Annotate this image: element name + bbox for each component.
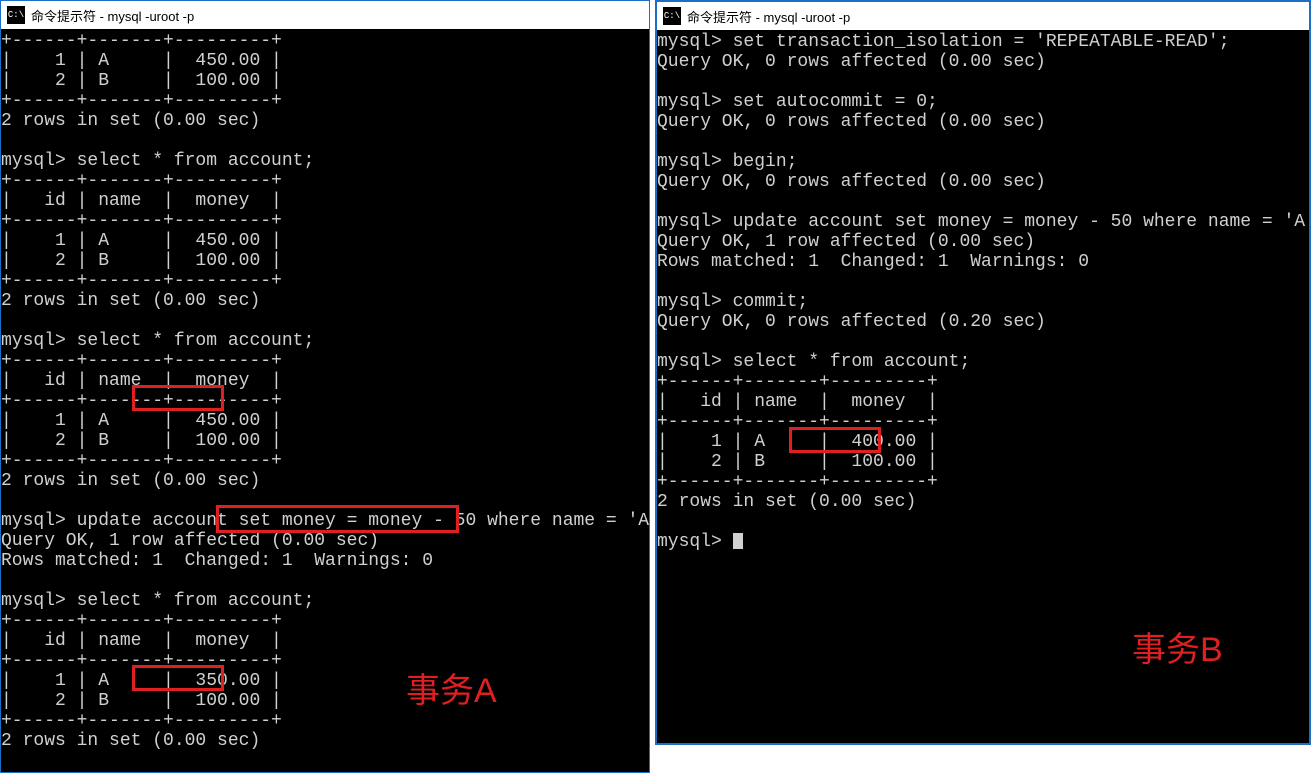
terminal-line: mysql> set transaction_isolation = 'REPE… (657, 32, 1309, 52)
transaction-label-b: 事务B (1132, 622, 1223, 671)
terminal-line: mysql> select * from account; (657, 352, 1309, 372)
terminal-line: Rows matched: 1 Changed: 1 Warnings: 0 (1, 551, 649, 571)
terminal-line: mysql> select * from account; (1, 331, 649, 351)
terminal-line: +------+-------+---------+ (1, 91, 649, 111)
terminal-line: 2 rows in set (0.00 sec) (1, 111, 649, 131)
terminal-line (657, 512, 1309, 532)
terminal-line (657, 272, 1309, 292)
cmd-icon: C:\ (7, 6, 25, 24)
terminal-line: 2 rows in set (0.00 sec) (1, 471, 649, 491)
terminal-line: 2 rows in set (0.00 sec) (1, 731, 649, 751)
terminal-line: mysql> update account set money = money … (1, 511, 649, 531)
terminal-line (657, 72, 1309, 92)
terminal-line: | 1 | A | 450.00 | (1, 411, 649, 431)
terminal-line: | 2 | B | 100.00 | (1, 691, 649, 711)
terminal-line: +------+-------+---------+ (657, 412, 1309, 432)
terminal-line: Query OK, 0 rows affected (0.00 sec) (657, 52, 1309, 72)
terminal-line: +------+-------+---------+ (1, 611, 649, 631)
terminal-line (1, 491, 649, 511)
transaction-label-a: 事务A (406, 663, 497, 712)
terminal-output-right[interactable]: mysql> set transaction_isolation = 'REPE… (657, 30, 1309, 552)
terminal-line: +------+-------+---------+ (1, 211, 649, 231)
terminal-line (657, 192, 1309, 212)
terminal-line (1, 131, 649, 151)
terminal-line: +------+-------+---------+ (657, 372, 1309, 392)
terminal-line: mysql> (657, 532, 1309, 552)
terminal-line: | 2 | B | 100.00 | (1, 431, 649, 451)
terminal-line: | id | name | money | (1, 371, 649, 391)
terminal-line: mysql> select * from account; (1, 151, 649, 171)
terminal-line: 2 rows in set (0.00 sec) (1, 291, 649, 311)
terminal-line: +------+-------+---------+ (1, 351, 649, 371)
terminal-line: | 1 | A | 350.00 | (1, 671, 649, 691)
terminal-line: | 1 | A | 450.00 | (1, 231, 649, 251)
window-title-left: 命令提示符 - mysql -uroot -p (31, 6, 194, 25)
terminal-line: mysql> select * from account; (1, 591, 649, 611)
terminal-output-left[interactable]: +------+-------+---------+| 1 | A | 450.… (1, 29, 649, 751)
terminal-line: mysql> set autocommit = 0; (657, 92, 1309, 112)
terminal-line: +------+-------+---------+ (1, 451, 649, 471)
terminal-line: +------+-------+---------+ (1, 711, 649, 731)
window-title-right: 命令提示符 - mysql -uroot -p (687, 7, 850, 26)
terminal-line: | 2 | B | 100.00 | (657, 452, 1309, 472)
terminal-line (657, 132, 1309, 152)
terminal-line (1, 571, 649, 591)
terminal-line: +------+-------+---------+ (1, 391, 649, 411)
terminal-line: | 2 | B | 100.00 | (1, 71, 649, 91)
terminal-line: +------+-------+---------+ (657, 472, 1309, 492)
terminal-line: | id | name | money | (657, 392, 1309, 412)
titlebar-left[interactable]: C:\ 命令提示符 - mysql -uroot -p (1, 1, 649, 29)
terminal-line: Query OK, 0 rows affected (0.20 sec) (657, 312, 1309, 332)
terminal-line: | id | name | money | (1, 191, 649, 211)
terminal-line: mysql> update account set money = money … (657, 212, 1309, 232)
terminal-line: Query OK, 0 rows affected (0.00 sec) (657, 112, 1309, 132)
terminal-line: mysql> commit; (657, 292, 1309, 312)
terminal-line: mysql> begin; (657, 152, 1309, 172)
terminal-line: +------+-------+---------+ (1, 31, 649, 51)
terminal-line (657, 332, 1309, 352)
terminal-line: | id | name | money | (1, 631, 649, 651)
terminal-line: Query OK, 1 row affected (0.00 sec) (1, 531, 649, 551)
terminal-line: | 1 | A | 400.00 | (657, 432, 1309, 452)
terminal-line: +------+-------+---------+ (1, 171, 649, 191)
terminal-window-right: C:\ 命令提示符 - mysql -uroot -p mysql> set t… (655, 0, 1311, 745)
terminal-line: +------+-------+---------+ (1, 651, 649, 671)
terminal-line: +------+-------+---------+ (1, 271, 649, 291)
terminal-line: Query OK, 1 row affected (0.00 sec) (657, 232, 1309, 252)
cursor (733, 533, 743, 549)
terminal-line: | 2 | B | 100.00 | (1, 251, 649, 271)
terminal-line (1, 311, 649, 331)
terminal-window-left: C:\ 命令提示符 - mysql -uroot -p +------+----… (0, 0, 650, 773)
cmd-icon: C:\ (663, 7, 681, 25)
terminal-line: Rows matched: 1 Changed: 1 Warnings: 0 (657, 252, 1309, 272)
titlebar-right[interactable]: C:\ 命令提示符 - mysql -uroot -p (657, 2, 1309, 30)
terminal-line: | 1 | A | 450.00 | (1, 51, 649, 71)
terminal-line: Query OK, 0 rows affected (0.00 sec) (657, 172, 1309, 192)
terminal-line: 2 rows in set (0.00 sec) (657, 492, 1309, 512)
